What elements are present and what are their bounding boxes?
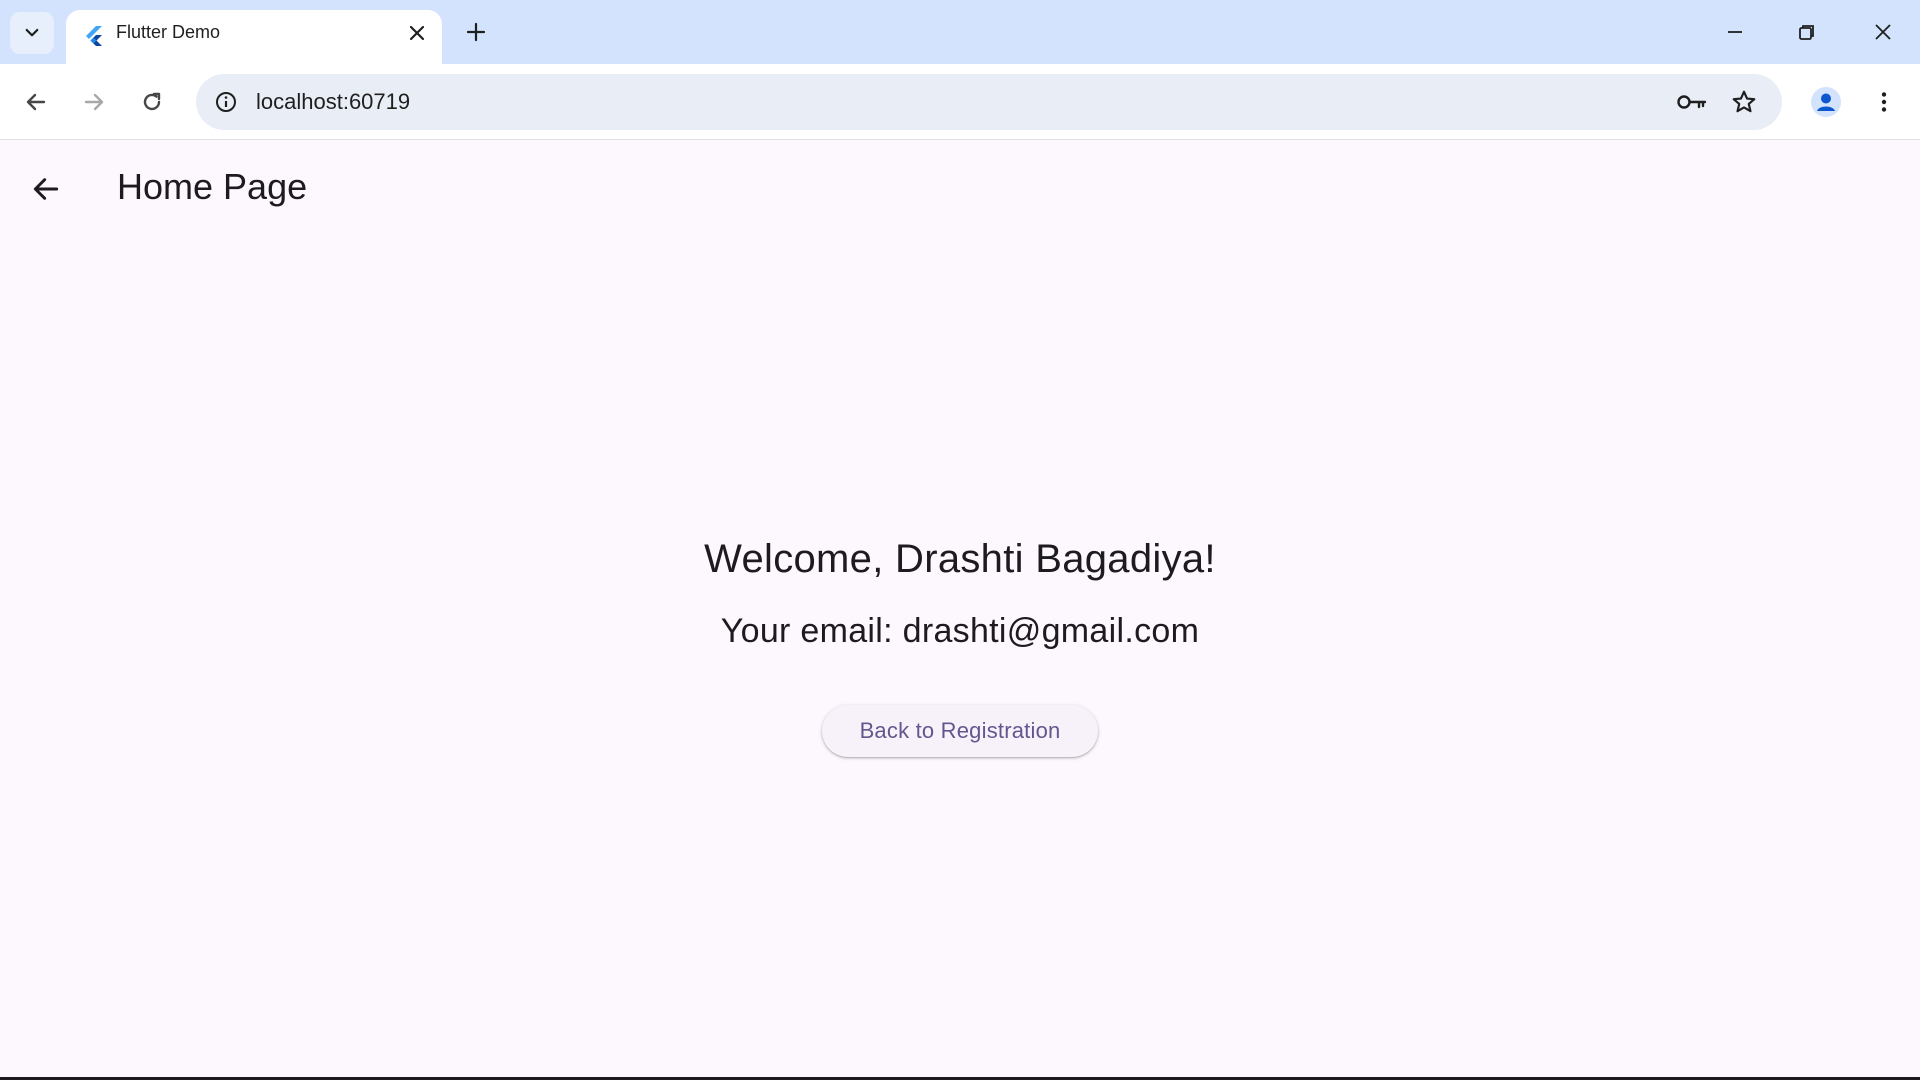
arrow-left-icon (33, 178, 59, 200)
browser-tab[interactable]: Flutter Demo (66, 10, 442, 64)
new-tab-button[interactable] (458, 14, 494, 50)
appbar-back-button[interactable] (20, 163, 72, 215)
url-text[interactable]: localhost:60719 (256, 74, 410, 130)
back-button[interactable] (14, 80, 58, 124)
reload-icon (143, 92, 161, 111)
avatar-icon (1811, 87, 1841, 117)
flutter-icon (86, 26, 102, 46)
arrow-left-icon (26, 93, 46, 111)
plus-icon (466, 22, 486, 42)
close-window-button[interactable] (1858, 10, 1908, 54)
browser-toolbar: localhost:60719 (0, 64, 1920, 140)
site-info-button[interactable] (206, 82, 246, 122)
close-icon (1875, 24, 1891, 40)
restore-icon (1799, 25, 1814, 40)
forward-button[interactable] (72, 80, 116, 124)
back-to-registration-button[interactable]: Back to Registration (821, 705, 1099, 757)
page-title: Home Page (117, 166, 308, 207)
minimize-button[interactable] (1710, 10, 1760, 54)
tab-close-button[interactable] (404, 20, 430, 46)
minimize-icon (1728, 31, 1742, 33)
chevron-down-icon (25, 28, 39, 37)
bookmark-button[interactable] (1724, 82, 1764, 122)
browser-menu-button[interactable] (1862, 80, 1906, 124)
star-icon (1732, 90, 1756, 113)
password-manager-button[interactable] (1672, 82, 1712, 122)
tab-search-button[interactable] (10, 12, 54, 54)
app-viewport: Home Page Welcome, Drashti Bagadiya! You… (0, 141, 1920, 1080)
main-content: Welcome, Drashti Bagadiya! Your email: d… (0, 531, 1920, 757)
welcome-text: Welcome, Drashti Bagadiya! (704, 537, 1216, 581)
kebab-menu-icon (1881, 92, 1887, 112)
address-bar[interactable]: localhost:60719 (196, 74, 1782, 130)
key-icon (1677, 95, 1707, 109)
restore-button[interactable] (1782, 10, 1832, 54)
browser-tab-strip: Flutter Demo (0, 0, 1920, 64)
tab-title: Flutter Demo (116, 22, 221, 42)
info-icon (216, 92, 236, 112)
profile-button[interactable] (1804, 80, 1848, 124)
arrow-right-icon (84, 93, 104, 111)
reload-button[interactable] (130, 80, 174, 124)
email-text: Your email: drashti@gmail.com (720, 612, 1200, 650)
close-icon (409, 25, 425, 41)
